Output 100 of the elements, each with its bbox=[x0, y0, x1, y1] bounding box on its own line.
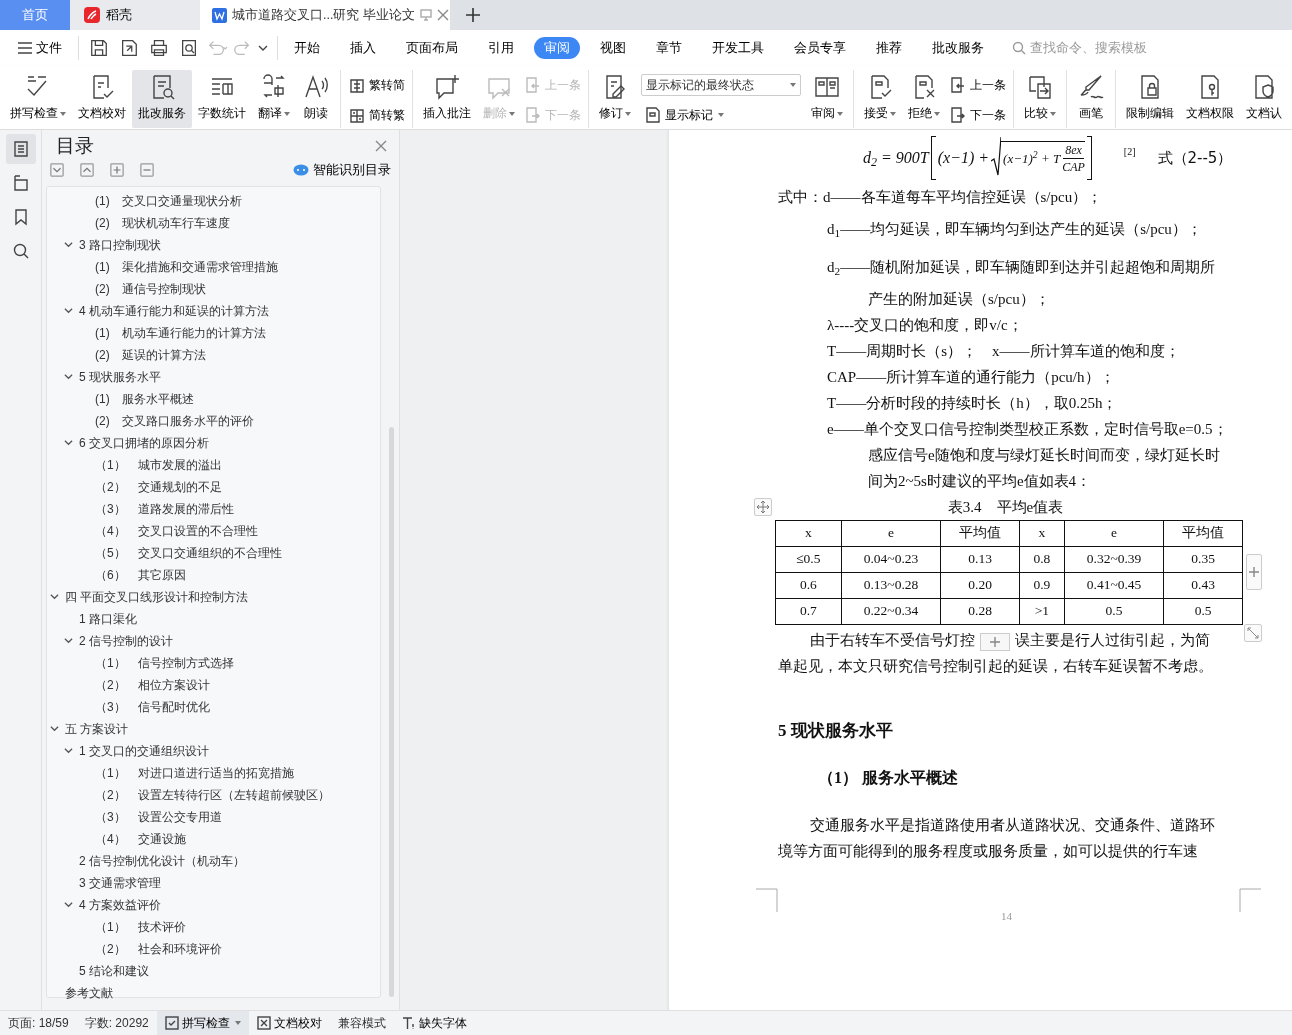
compatibility-mode[interactable]: 兼容模式 bbox=[329, 1010, 394, 1035]
toc-item[interactable]: (2) 通信号控制现状 bbox=[95, 279, 206, 298]
toc-item[interactable]: (2) 交叉路口服务水平的评价 bbox=[95, 411, 254, 430]
ribbon-button[interactable]: 拒绝 bbox=[902, 70, 946, 128]
toc-item[interactable]: 参考文献 bbox=[65, 983, 113, 1002]
ribbon-button[interactable]: 插入批注 bbox=[417, 70, 477, 128]
ribbon-button[interactable]: 朗读 bbox=[296, 70, 336, 128]
app-tab[interactable]: 稻壳 bbox=[70, 0, 200, 30]
toc-item[interactable]: 4 方案效益评价 bbox=[79, 895, 161, 914]
smart-toc-button[interactable]: 智能识别目录 bbox=[293, 161, 391, 180]
ribbon-button[interactable]: 修订 bbox=[593, 70, 637, 128]
menu-tab[interactable]: 插入 bbox=[340, 36, 386, 60]
scrollbar[interactable] bbox=[389, 426, 394, 997]
markup-dropdown[interactable]: 显示标记的最终状态 bbox=[641, 74, 801, 96]
chevron-down-icon[interactable] bbox=[49, 724, 59, 734]
toc-item[interactable]: （2） 设置左转待行区（左转超前候驶区） bbox=[95, 785, 330, 804]
toc-item[interactable]: 2 信号控制的设计 bbox=[79, 631, 173, 650]
menu-tab[interactable]: 批改服务 bbox=[922, 36, 994, 60]
ribbon-button[interactable]: 比较 bbox=[1018, 70, 1062, 128]
ribbon-button[interactable]: 接受 bbox=[858, 70, 902, 128]
toc-item[interactable]: 5 现状服务水平 bbox=[79, 367, 161, 386]
ribbon-button[interactable]: 批改服务 bbox=[132, 70, 192, 128]
missing-font-button[interactable]: 缺失字体 bbox=[393, 1010, 475, 1035]
toc-item[interactable]: (1) 机动车通行能力的计算方法 bbox=[95, 323, 266, 342]
proofread-button[interactable]: 文档校对 bbox=[248, 1010, 330, 1035]
menu-tab[interactable]: 章节 bbox=[646, 36, 692, 60]
chevron-down-icon[interactable] bbox=[63, 636, 73, 646]
chevron-down-icon[interactable] bbox=[63, 306, 73, 316]
toc-item[interactable]: （1） 信号控制方式选择 bbox=[95, 653, 234, 672]
save-icon[interactable] bbox=[89, 38, 109, 58]
ribbon-button[interactable]: 审阅 bbox=[805, 70, 849, 128]
ribbon-button[interactable]: 画笔 bbox=[1071, 70, 1111, 128]
menu-tab[interactable]: 会员专享 bbox=[784, 36, 856, 60]
toc-item[interactable]: (2) 延误的计算方法 bbox=[95, 345, 206, 364]
toc-item[interactable]: (2) 现状机动车行车速度 bbox=[95, 213, 230, 232]
chevron-down-icon[interactable] bbox=[63, 900, 73, 910]
toc-item[interactable]: （1） 技术评价 bbox=[95, 917, 186, 936]
move-icon[interactable] bbox=[756, 500, 770, 514]
ribbon-button[interactable]: 翻译 bbox=[252, 70, 296, 128]
sidebar-tab[interactable] bbox=[5, 134, 36, 164]
resize-handle[interactable] bbox=[1244, 624, 1262, 642]
toc-item[interactable]: 5 结论和建议 bbox=[79, 961, 149, 980]
toc-item[interactable]: 1 交叉口的交通组织设计 bbox=[79, 741, 209, 760]
section-icon[interactable] bbox=[11, 174, 30, 192]
toc-item[interactable]: （2） 社会和环境评价 bbox=[95, 939, 222, 958]
toc-item[interactable]: 4 机动车通行能力和延误的计算方法 bbox=[79, 301, 269, 320]
toc-item[interactable]: (1) 服务水平概述 bbox=[95, 389, 194, 408]
ribbon-button[interactable]: 简转繁 bbox=[345, 104, 408, 126]
ribbon-button[interactable]: 文档权限 bbox=[1180, 70, 1240, 128]
toc-item[interactable]: （2） 相位方案设计 bbox=[95, 675, 210, 694]
ribbon-button[interactable]: 繁转简 bbox=[345, 74, 408, 96]
toc-item[interactable]: （1） 城市发展的溢出 bbox=[95, 455, 222, 474]
file-menu[interactable]: 文件 bbox=[8, 36, 72, 60]
toc-item[interactable]: 6 交叉口拥堵的原因分析 bbox=[79, 433, 209, 452]
ribbon-button[interactable]: 拼写检查 bbox=[4, 70, 72, 128]
chevron-down-icon[interactable] bbox=[63, 438, 73, 448]
toc-item[interactable]: （1） 对进口道进行适当的拓宽措施 bbox=[95, 763, 294, 782]
chevron-down-icon[interactable] bbox=[49, 592, 59, 602]
menu-tab[interactable]: 开始 bbox=[284, 36, 330, 60]
menu-tab[interactable]: 开发工具 bbox=[702, 36, 774, 60]
toc-item[interactable]: （3） 信号配时优化 bbox=[95, 697, 210, 716]
toc-item[interactable]: 3 交通需求管理 bbox=[79, 873, 161, 892]
new-tab-icon[interactable] bbox=[466, 8, 480, 22]
search-icon[interactable] bbox=[11, 242, 30, 260]
spell-check-button[interactable]: 拼写检查 bbox=[156, 1010, 249, 1035]
toc-item[interactable]: 四 平面交叉口线形设计和控制方法 bbox=[65, 587, 249, 606]
ribbon-button[interactable]: 字数统计 bbox=[192, 70, 252, 128]
ribbon-button[interactable]: 上一条 bbox=[946, 74, 1009, 96]
toc-item[interactable]: （3） 设置公交专用道 bbox=[95, 807, 222, 826]
menu-tab[interactable]: 推荐 bbox=[866, 36, 912, 60]
chevron-down-icon[interactable] bbox=[63, 746, 73, 756]
outline-icon[interactable] bbox=[11, 140, 30, 158]
expand-icon[interactable] bbox=[50, 163, 64, 178]
ribbon-button[interactable]: 限制编辑 bbox=[1120, 70, 1180, 128]
ribbon-button[interactable]: 文档认 bbox=[1240, 70, 1288, 128]
toc-item[interactable]: （4） 交叉口设置的不合理性 bbox=[95, 521, 258, 540]
toc-item[interactable]: (1) 渠化措施和交通需求管理措施 bbox=[95, 257, 278, 276]
ribbon-button[interactable]: 下一条 bbox=[946, 104, 1009, 126]
menu-tab[interactable]: 页面布局 bbox=[396, 36, 468, 60]
toc-item[interactable]: （4） 交通设施 bbox=[95, 829, 186, 848]
export-icon[interactable] bbox=[119, 38, 139, 58]
close-icon[interactable] bbox=[375, 140, 387, 152]
print-icon[interactable] bbox=[149, 38, 169, 58]
menu-tab[interactable]: 视图 bbox=[590, 36, 636, 60]
toc-item[interactable]: （6） 其它原因 bbox=[95, 565, 186, 584]
word-count[interactable]: 字数: 20292 bbox=[76, 1010, 157, 1035]
toc-item[interactable]: 2 信号控制优化设计（机动车） bbox=[79, 851, 245, 870]
chevron-down-icon[interactable] bbox=[63, 372, 73, 382]
menu-tab[interactable]: 引用 bbox=[478, 36, 524, 60]
page-indicator[interactable]: 页面: 18/59 bbox=[0, 1010, 77, 1035]
ribbon-button[interactable]: 显示标记 bbox=[641, 104, 801, 126]
toc-item[interactable]: (1) 交叉口交通量现状分析 bbox=[95, 191, 242, 210]
toc-item[interactable]: （3） 道路发展的滞后性 bbox=[95, 499, 234, 518]
toc-item[interactable]: （5） 交叉口交通组织的不合理性 bbox=[95, 543, 282, 562]
preview-icon[interactable] bbox=[179, 38, 199, 58]
ribbon-button[interactable]: 文档校对 bbox=[72, 70, 132, 128]
menu-tab[interactable]: 审阅 bbox=[534, 36, 580, 60]
toc-item[interactable]: 3 路口控制现状 bbox=[79, 235, 161, 254]
chevron-down-icon[interactable] bbox=[63, 240, 73, 250]
collapse-icon[interactable] bbox=[80, 163, 94, 178]
